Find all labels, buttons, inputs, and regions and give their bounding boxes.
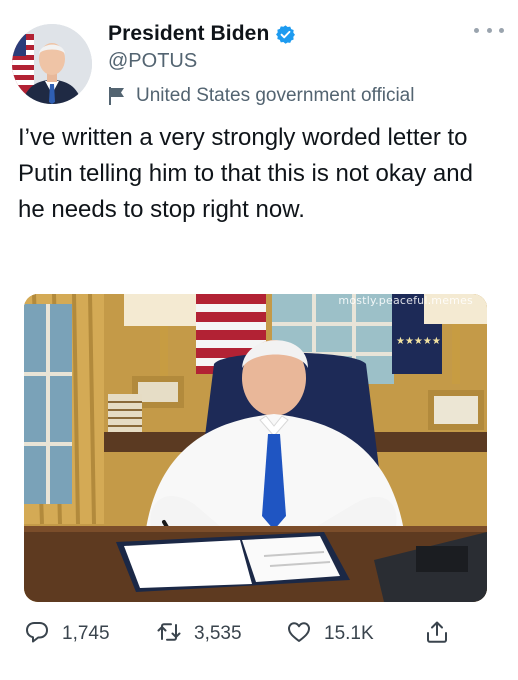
author-handle[interactable]: @POTUS (108, 50, 197, 73)
tweet-photo[interactable]: ★★★★★ mostly.peaceful.memes (24, 294, 487, 602)
author-avatar[interactable] (12, 24, 92, 104)
photo-watermark: mostly.peaceful.memes (338, 294, 473, 307)
retweet-count: 3,535 (194, 623, 242, 644)
affiliation-text: United States government official (136, 85, 415, 106)
share-icon (424, 619, 450, 650)
reply-icon (24, 619, 50, 650)
avatar-image (12, 24, 92, 104)
share-button[interactable] (424, 618, 450, 650)
like-count: 15.1K (324, 623, 374, 644)
reply-count: 1,745 (62, 623, 110, 644)
tweet-text: I’ve written a very strongly worded lett… (18, 124, 473, 223)
verified-badge-icon (275, 24, 296, 45)
retweet-icon (156, 619, 182, 650)
tweet: President Biden @POTUS United States gov… (0, 0, 518, 680)
like-button[interactable]: 15.1K (286, 618, 374, 650)
heart-icon (286, 619, 312, 650)
affiliation-label[interactable]: United States government official (108, 84, 414, 108)
author-display-name[interactable]: President Biden (108, 22, 269, 46)
more-options-icon[interactable] (474, 22, 504, 38)
retweet-button[interactable]: 3,535 (156, 618, 242, 650)
oval-office-photo: ★★★★★ (24, 294, 487, 602)
reply-button[interactable]: 1,745 (24, 618, 110, 650)
tweet-actions-bar: 1,745 3,535 15.1K (24, 618, 494, 650)
author-name-row[interactable]: President Biden (108, 20, 296, 48)
svg-text:★★★★★: ★★★★★ (396, 336, 441, 347)
flag-icon (108, 86, 126, 106)
